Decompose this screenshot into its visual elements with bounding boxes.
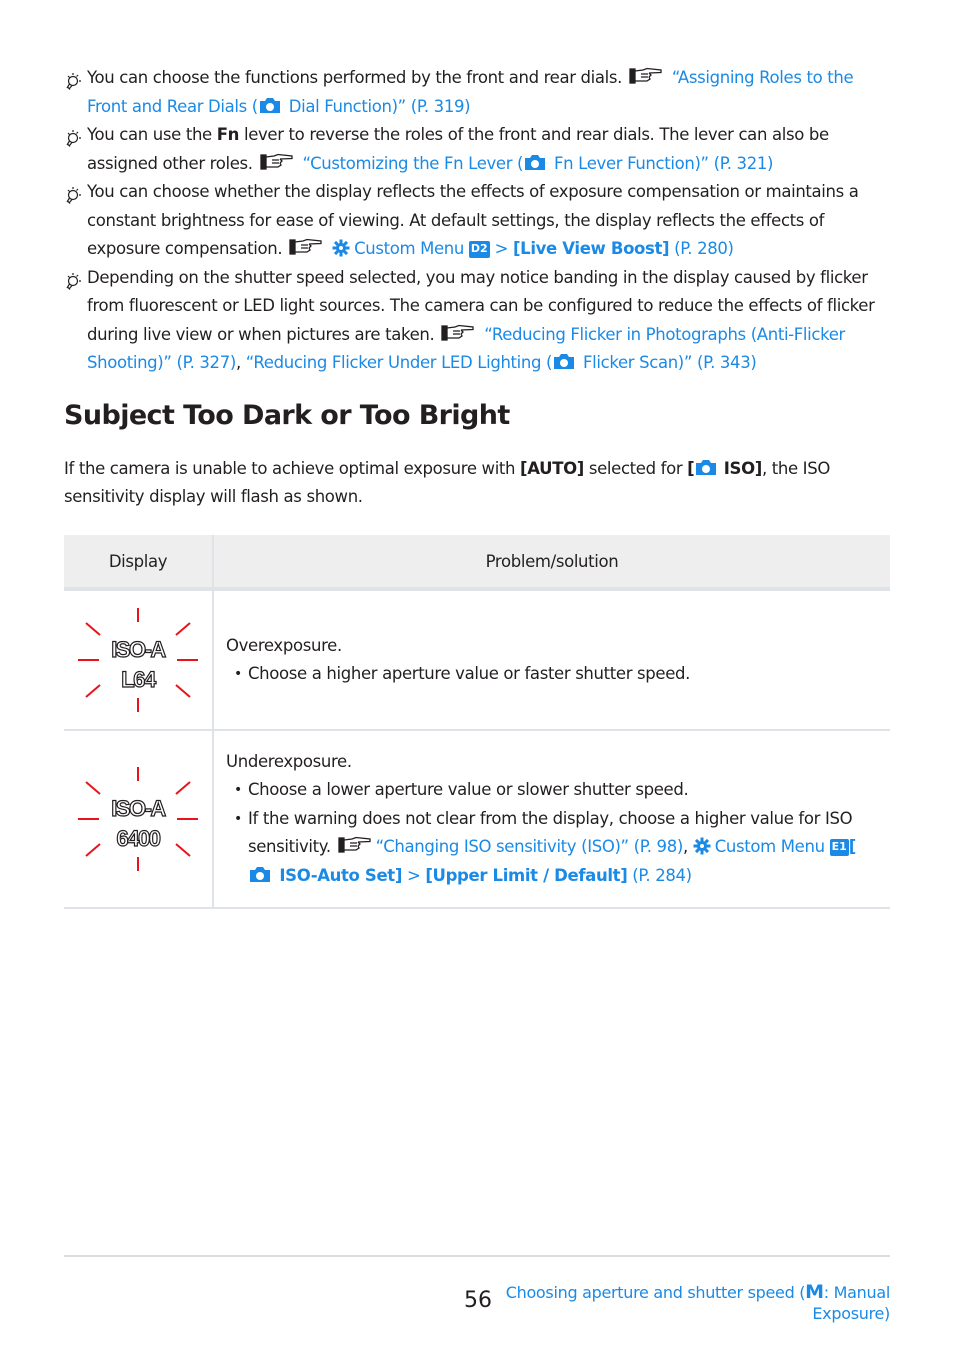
link-text: Custom Menu: [354, 239, 464, 258]
iso-setting-label: [ ISO]: [687, 459, 762, 478]
lightbulb-tip-icon: [64, 269, 86, 291]
separator: >: [406, 865, 421, 885]
problem-solution-table: Display Problem/solution ISO-A L64 Overe…: [64, 535, 890, 909]
table-row: ISO-A L64 Overexposure. Choose a higher …: [64, 589, 890, 730]
iso-text: ISO]: [718, 459, 763, 478]
lightbulb-tip-icon: [64, 126, 86, 148]
iso-readout: ISO-A 6400: [73, 794, 203, 854]
intro-text: If the camera is unable to achieve optim…: [64, 459, 521, 478]
solution-item: Choose a higher aperture value or faster…: [234, 660, 878, 689]
auto-label: [AUTO]: [520, 459, 584, 478]
solution-list: Choose a higher aperture value or faster…: [226, 660, 878, 689]
link-customizing-fn-lever[interactable]: “Customizing the Fn Lever ( Fn Lever Fun…: [302, 154, 773, 173]
camera-icon: [695, 459, 717, 476]
table-row: ISO-A 6400 Underexposure. Choose a lower…: [64, 730, 890, 908]
link-text: Dial Function)” (P. 319): [283, 96, 471, 116]
link-text: Flicker Scan)” (P. 343): [578, 353, 757, 372]
separator: >: [494, 239, 509, 258]
section-title: Subject Too Dark or Too Bright: [64, 400, 510, 431]
reference-pointer-icon: [260, 153, 294, 171]
page-ref: (P. 284): [632, 865, 692, 885]
gear-icon: [693, 837, 711, 855]
iso-flash-display: ISO-A L64: [73, 605, 203, 715]
solution-list: Choose a lower aperture value or slower …: [226, 776, 878, 890]
bracket: [: [848, 837, 857, 857]
solution-cell: Underexposure. Choose a lower aperture v…: [213, 730, 890, 908]
tip-fn-lever: You can use the Fn lever to reverse the …: [64, 121, 890, 178]
header-problem-solution: Problem/solution: [213, 535, 890, 589]
comma: ,: [235, 353, 246, 372]
footer-divider: [64, 1255, 890, 1257]
display-cell: ISO-A 6400: [64, 730, 214, 908]
link-changing-iso-sensitivity[interactable]: “Changing ISO sensitivity (ISO)” (P. 98): [376, 837, 684, 856]
iso-value-text: L64: [121, 666, 157, 692]
tip-live-view-boost: You can choose whether the display refle…: [64, 178, 890, 264]
solution-item: If the warning does not clear from the d…: [234, 805, 878, 891]
bracket: [: [687, 459, 695, 478]
tip-text: You can choose the functions performed b…: [87, 68, 623, 87]
footer-chapter-link[interactable]: Choosing aperture and shutter speed (M: …: [500, 1281, 891, 1324]
problem-label: Overexposure.: [226, 635, 342, 655]
lightbulb-tip-icon: [64, 69, 86, 91]
link-custom-menu-d2[interactable]: Custom Menu D2 > [Live View Boost] (P. 2…: [332, 239, 734, 258]
fn-label: Fn: [216, 125, 240, 144]
solution-item: Choose a lower aperture value or slower …: [234, 776, 878, 805]
menu-item-label: [Live View Boost]: [512, 239, 670, 258]
header-display: Display: [64, 535, 214, 589]
menu-item-label: [Upper Limit / Default]: [425, 865, 628, 885]
page-number: 56: [464, 1288, 492, 1313]
camera-icon: [259, 97, 281, 114]
iso-flash-display: ISO-A 6400: [73, 764, 203, 874]
manual-mode-icon: M: [805, 1281, 824, 1303]
link-flicker-scan[interactable]: “Reducing Flicker Under LED Lighting ( F…: [246, 353, 757, 372]
link-text: Fn Lever Function)” (P. 321): [549, 153, 774, 173]
gear-icon: [332, 239, 350, 257]
reference-pointer-icon: [338, 836, 372, 854]
reference-pointer-icon: [629, 67, 663, 85]
tip-flicker: Depending on the shutter speed selected,…: [64, 264, 890, 378]
camera-icon: [524, 154, 546, 171]
camera-icon: [249, 866, 271, 883]
lightbulb-tip-icon: [64, 183, 86, 205]
iso-mode-text: ISO-A: [111, 795, 167, 821]
display-cell: ISO-A L64: [64, 589, 214, 730]
tips-list: You can choose the functions performed b…: [64, 64, 890, 378]
comma: ,: [682, 837, 688, 857]
menu-tab-tag: D2: [468, 241, 490, 258]
problem-label: Underexposure.: [226, 751, 352, 771]
iso-value-text: 6400: [116, 825, 162, 851]
iso-mode-text: ISO-A: [111, 636, 167, 662]
link-text: “Customizing the Fn Lever (: [302, 153, 524, 173]
tip-dial-function: You can choose the functions performed b…: [64, 64, 890, 121]
reference-pointer-icon: [441, 324, 475, 342]
link-text: Custom Menu: [714, 837, 825, 857]
page-ref: (P. 280): [674, 239, 734, 258]
intro-text: selected for: [583, 459, 688, 478]
menu-tab-tag: E1: [829, 839, 849, 857]
tip-text: You can use the: [87, 125, 217, 144]
reference-pointer-icon: [289, 238, 323, 256]
solution-cell: Overexposure. Choose a higher aperture v…: [213, 589, 890, 730]
menu-item-label: ISO-Auto Set]: [274, 865, 403, 885]
camera-icon: [553, 353, 575, 370]
table-header-row: Display Problem/solution: [64, 535, 890, 589]
section-intro: If the camera is unable to achieve optim…: [64, 455, 890, 510]
link-text: “Reducing Flicker Under LED Lighting (: [245, 353, 553, 372]
link-text: Choosing aperture and shutter speed (: [505, 1283, 806, 1302]
link-text: : Manual Exposure): [812, 1283, 890, 1323]
iso-readout: ISO-A L64: [73, 635, 203, 695]
